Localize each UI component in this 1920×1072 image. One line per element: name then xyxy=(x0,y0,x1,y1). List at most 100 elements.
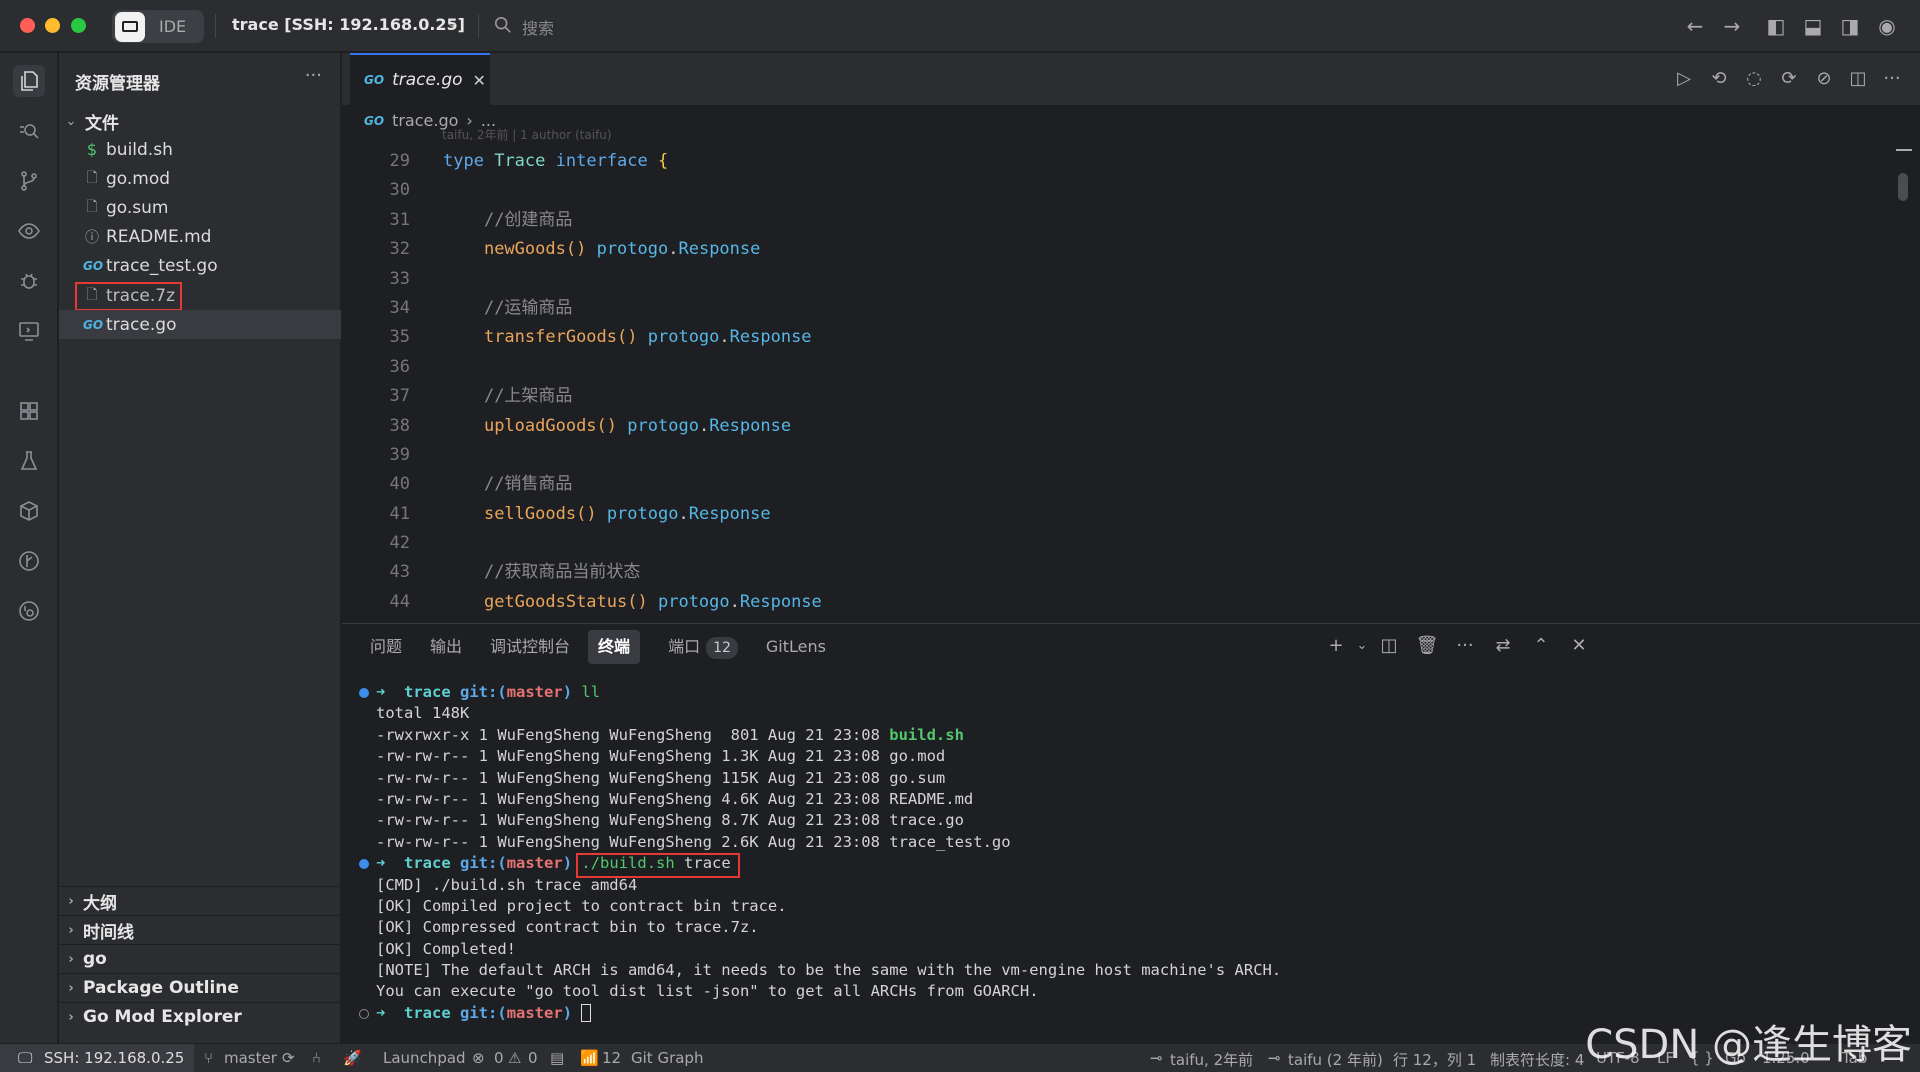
parens: () xyxy=(576,503,597,524)
package-outline-panel-header[interactable]: › Package Outline xyxy=(59,973,341,1002)
trash-icon[interactable]: 🗑 xyxy=(1415,634,1439,658)
more-actions-icon[interactable]: ··· xyxy=(1453,634,1477,658)
blame-label-2[interactable]: taifu (2 年前) xyxy=(1288,1049,1383,1070)
terminal-text: ➜ trace git:(master) xyxy=(376,1003,592,1024)
file-item-go-sum[interactable]: 🗋 go.sum xyxy=(59,193,341,222)
debug-icon[interactable] xyxy=(13,265,45,297)
sliders-icon[interactable]: ⇄ xyxy=(1491,634,1515,658)
warning-count[interactable]: 0 xyxy=(528,1049,538,1067)
code-view[interactable]: 29 type Trace interface {30 31 //创建商品 32 ne… xyxy=(342,147,1882,617)
file-item-go-mod[interactable]: 🗋 go.mod xyxy=(59,164,341,193)
timeline-panel-header[interactable]: › 时间线 xyxy=(59,915,341,944)
go-mod-explorer-panel-header[interactable]: › Go Mod Explorer xyxy=(59,1002,341,1031)
remote-explorer-icon[interactable] xyxy=(13,315,45,347)
prompt-git-close: ) xyxy=(562,854,573,873)
type-name: Trace xyxy=(494,151,546,171)
close-panel-icon[interactable]: ✕ xyxy=(1567,634,1591,658)
file-name: go.mod xyxy=(106,168,171,189)
split-editor-icon[interactable]: ◫ xyxy=(1846,67,1870,91)
search-icon[interactable] xyxy=(494,16,512,34)
minimize-window-button[interactable] xyxy=(45,18,60,33)
scrollbar-thumb[interactable] xyxy=(1898,173,1908,201)
file-item-build-sh[interactable]: $ build.sh xyxy=(59,135,341,164)
remote-icon: 🖵 xyxy=(18,1049,33,1067)
tab-gitlens[interactable]: GitLens xyxy=(766,630,826,664)
next-revision-icon[interactable]: ⟳ xyxy=(1777,67,1801,91)
back-arrow-icon[interactable]: ← xyxy=(1683,14,1707,38)
blame-label[interactable]: taifu, 2年前 xyxy=(1170,1049,1253,1070)
line-number: 43 xyxy=(389,562,410,583)
file-item-trace-go[interactable]: GO trace.go xyxy=(59,310,341,339)
divider xyxy=(478,14,479,38)
tab-debug-console[interactable]: 调试控制台 xyxy=(490,630,570,664)
error-count[interactable]: 0 xyxy=(494,1049,504,1067)
more-actions-icon[interactable]: ··· xyxy=(305,65,322,86)
chevron-down-icon[interactable]: ⌄ xyxy=(446,15,458,31)
return-type: Response xyxy=(729,327,812,348)
terminal-text: -rw-rw-r-- 1 WuFengSheng WuFengSheng 2.6… xyxy=(376,832,1011,853)
editor-tab-bar: GO trace.go ✕ ▷ ⟲ ◌ ⟳ ⊘ ◫ ··· xyxy=(342,53,1920,105)
tab-output[interactable]: 输出 xyxy=(430,630,462,664)
tab-terminal[interactable]: 终端 xyxy=(588,630,641,664)
previous-revision-icon[interactable]: ◌ xyxy=(1742,67,1766,91)
code-line: 38 uploadGoods() protogo.Response xyxy=(342,412,1882,441)
chevron-right-icon: › xyxy=(68,893,74,909)
output-text: total 148K xyxy=(376,704,470,723)
prompt-branch: master xyxy=(506,683,563,701)
folder-section-header[interactable]: ⌄ 文件 xyxy=(59,107,341,135)
close-icon[interactable]: ✕ xyxy=(473,71,486,90)
git-compare-icon[interactable]: ⑃ xyxy=(312,1049,321,1067)
launchpad-label[interactable]: Launchpad xyxy=(383,1049,466,1067)
method-name: getGoodsStatus xyxy=(483,591,628,612)
more-actions-icon[interactable]: ··· xyxy=(1880,67,1904,91)
split-terminal-icon[interactable]: ◫ xyxy=(1377,634,1401,658)
git-graph-label[interactable]: Git Graph xyxy=(631,1049,703,1067)
tab-problems[interactable]: 问题 xyxy=(370,630,402,664)
toggle-panel-icon[interactable]: ⬓ xyxy=(1801,14,1825,38)
close-window-button[interactable] xyxy=(20,18,35,33)
line-number: 39 xyxy=(389,444,410,465)
ports-count[interactable]: 12 xyxy=(602,1049,621,1067)
ide-switcher[interactable]: IDE xyxy=(112,10,204,43)
toggle-secondary-sidebar-icon[interactable]: ◨ xyxy=(1838,14,1862,38)
tab-trace-go[interactable]: GO trace.go ✕ xyxy=(350,53,490,105)
tab-size[interactable]: 制表符长度: 4 xyxy=(1490,1049,1584,1070)
package-cube-icon[interactable] xyxy=(13,495,45,527)
code-line: 39 xyxy=(342,441,1882,470)
source-control-icon[interactable] xyxy=(13,165,45,197)
run-icon[interactable]: ▷ xyxy=(1672,67,1696,91)
package-name: protogo xyxy=(657,591,730,612)
new-terminal-icon[interactable]: + xyxy=(1324,634,1348,658)
search-input[interactable]: 搜索 xyxy=(522,15,554,39)
go-panel-header[interactable]: › go xyxy=(59,944,341,973)
window-title[interactable]: trace [SSH: 192.168.0.25] xyxy=(232,15,465,34)
title-bar: IDE trace [SSH: 192.168.0.25] ⌄ 搜索 ← → ◧… xyxy=(0,0,1920,52)
search-view-icon[interactable] xyxy=(13,115,45,147)
eye-icon[interactable] xyxy=(13,215,45,247)
toggle-sidebar-icon[interactable]: ◧ xyxy=(1764,14,1788,38)
line-number: 37 xyxy=(389,386,410,407)
explorer-icon[interactable] xyxy=(13,65,45,97)
terminal-line: [OK] Compressed contract bin to trace.7z… xyxy=(342,917,1920,938)
maximize-window-button[interactable] xyxy=(71,18,86,33)
chevron-down-icon[interactable]: ⌄ xyxy=(1350,634,1374,658)
gitlens-icon[interactable]: ⊘ xyxy=(1812,67,1836,91)
go-icon: GO xyxy=(83,317,104,332)
outline-panel-header[interactable]: › 大纲 xyxy=(59,886,341,915)
remote-label[interactable]: SSH: 192.168.0.25 xyxy=(44,1049,184,1067)
account-icon[interactable]: ◉ xyxy=(1875,14,1899,38)
testing-flask-icon[interactable] xyxy=(13,445,45,477)
tab-ports-label: 端口 xyxy=(668,637,701,656)
file-item-readme[interactable]: ⓘ README.md xyxy=(59,222,341,251)
cursor-position[interactable]: 行 12，列 1 xyxy=(1393,1049,1476,1070)
tab-ports[interactable]: 端口 12 xyxy=(668,630,738,664)
branch-label[interactable]: master xyxy=(224,1049,277,1067)
file-item-trace-test-go[interactable]: GO trace_test.go xyxy=(59,251,341,280)
forward-arrow-icon[interactable]: → xyxy=(1720,14,1744,38)
chevron-up-icon[interactable]: ⌃ xyxy=(1529,634,1553,658)
extensions-icon[interactable] xyxy=(13,395,45,427)
open-changes-icon[interactable]: ⟲ xyxy=(1707,67,1731,91)
sync-icon[interactable]: ⟳ xyxy=(282,1049,295,1067)
gitlens-icon[interactable] xyxy=(13,545,45,577)
git-graph-icon[interactable] xyxy=(13,595,45,627)
